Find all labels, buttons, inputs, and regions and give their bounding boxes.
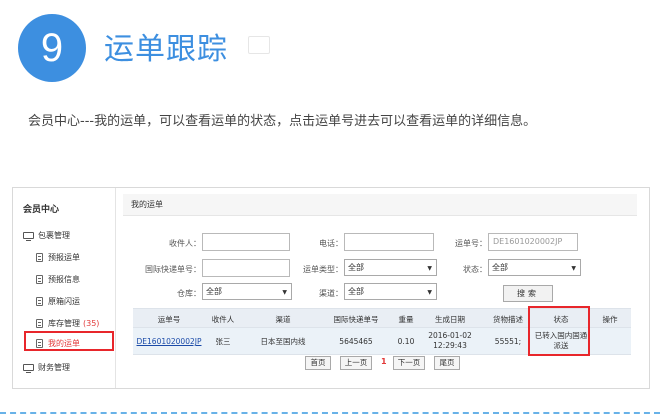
sidebar-item-label: 原箱闪运 [48,297,80,306]
watermark-icon [248,36,270,54]
step-number-badge: 9 [18,14,86,82]
intl-express-cell: 5645465 [339,337,373,346]
sidebar-item-label: 预报信息 [48,275,80,284]
chevron-down-icon: ▼ [427,265,432,272]
sidebar-item-forecast-waybill[interactable]: 预报运单 [36,252,80,263]
waybill-input[interactable]: DE1601020002JP [488,233,578,251]
search-button[interactable]: 搜索 [503,285,553,302]
document-icon [36,319,43,328]
highlight-box-status [528,306,590,356]
sidebar-group-parcel[interactable]: 包裹管理 [23,230,70,241]
intl-express-input[interactable] [202,259,290,277]
recipient-cell: 张三 [215,337,231,346]
warehouse-value: 全部 [206,287,222,296]
recipient-label: 收件人： [169,239,201,248]
intl-express-label: 国际快递单号： [145,265,201,274]
divider [0,412,660,414]
sidebar-group-label: 财务管理 [38,363,70,372]
panel-title: 我的运单 [123,194,637,216]
step-description: 会员中心---我的运单，可以查看运单的状态，点击运单号进去可以查看运单的详细信息… [28,114,537,129]
current-page: 1 [381,357,387,366]
sidebar-group-label: 包裹管理 [38,231,70,240]
waybill-type-value: 全部 [348,263,364,272]
sidebar-item-label: 库存管理 [48,319,80,328]
recipient-input[interactable] [202,233,290,251]
channel-value: 全部 [348,287,364,296]
document-icon [36,297,43,306]
step-title: 运单跟踪 [104,32,228,67]
phone-input[interactable] [344,233,434,251]
column-header: 渠道 [275,315,291,324]
inventory-count-badge: (35) [83,319,100,328]
sidebar-header: 会员中心 [23,205,60,215]
time-cell: 12:29:43 [433,341,467,350]
date-cell: 2016-01-02 [428,331,472,340]
waybill-label: 运单号： [455,239,487,248]
chevron-down-icon: ▼ [571,265,576,272]
waybill-type-select[interactable]: 全部 ▼ [344,259,437,276]
phone-label: 电话： [319,239,343,248]
channel-label: 渠道： [319,289,343,298]
sidebar-item-label: 预报运单 [48,253,80,262]
sidebar-item-label: 我的运单 [48,339,80,348]
truck-icon [23,232,34,241]
sidebar-item-flash-shipping[interactable]: 原箱闪运 [36,296,80,307]
weight-cell: 0.10 [397,337,415,346]
waybill-type-label: 运单类型： [303,265,343,274]
status-label: 状态： [463,265,487,274]
column-header: 生成日期 [435,315,465,324]
document-icon [36,275,43,284]
first-page-button[interactable]: 首页 [305,356,331,370]
prev-page-button[interactable]: 上一页 [340,356,372,370]
last-page-button[interactable]: 尾页 [434,356,460,370]
embedded-screenshot: 会员中心 包裹管理 预报运单 预报信息 原箱闪运 库存管理 (35) 我的运单 [12,187,650,389]
channel-select[interactable]: 全部 ▼ [344,283,437,300]
main-panel: 我的运单 收件人： 电话： 运单号： DE1601020002JP 国际快递单号… [117,188,649,388]
column-header: 操作 [602,315,618,324]
column-header: 运单号 [157,315,181,324]
wallet-icon [23,364,34,373]
sidebar-item-forecast-info[interactable]: 预报信息 [36,274,80,285]
waybill-link[interactable]: DE1601020002JP [135,337,203,346]
sidebar-group-finance[interactable]: 财务管理 [23,362,70,373]
status-select[interactable]: 全部 ▼ [488,259,581,276]
status-value: 全部 [492,263,508,272]
column-header: 国际快递单号 [333,315,379,324]
warehouse-label: 仓库： [177,289,201,298]
channel-cell: 日本至国内线 [260,337,306,346]
chevron-down-icon: ▼ [282,289,287,296]
chevron-down-icon: ▼ [427,289,432,296]
next-page-button[interactable]: 下一页 [393,356,425,370]
sidebar-item-inventory[interactable]: 库存管理 (35) [36,318,99,329]
column-header: 收件人 [211,315,235,324]
column-header: 重量 [398,315,414,324]
document-icon [36,253,43,262]
sidebar-item-my-waybills[interactable]: 我的运单 [36,338,80,349]
document-icon [36,339,43,348]
sidebar: 会员中心 包裹管理 预报运单 预报信息 原箱闪运 库存管理 (35) 我的运单 [13,188,116,388]
warehouse-select[interactable]: 全部 ▼ [202,283,292,300]
